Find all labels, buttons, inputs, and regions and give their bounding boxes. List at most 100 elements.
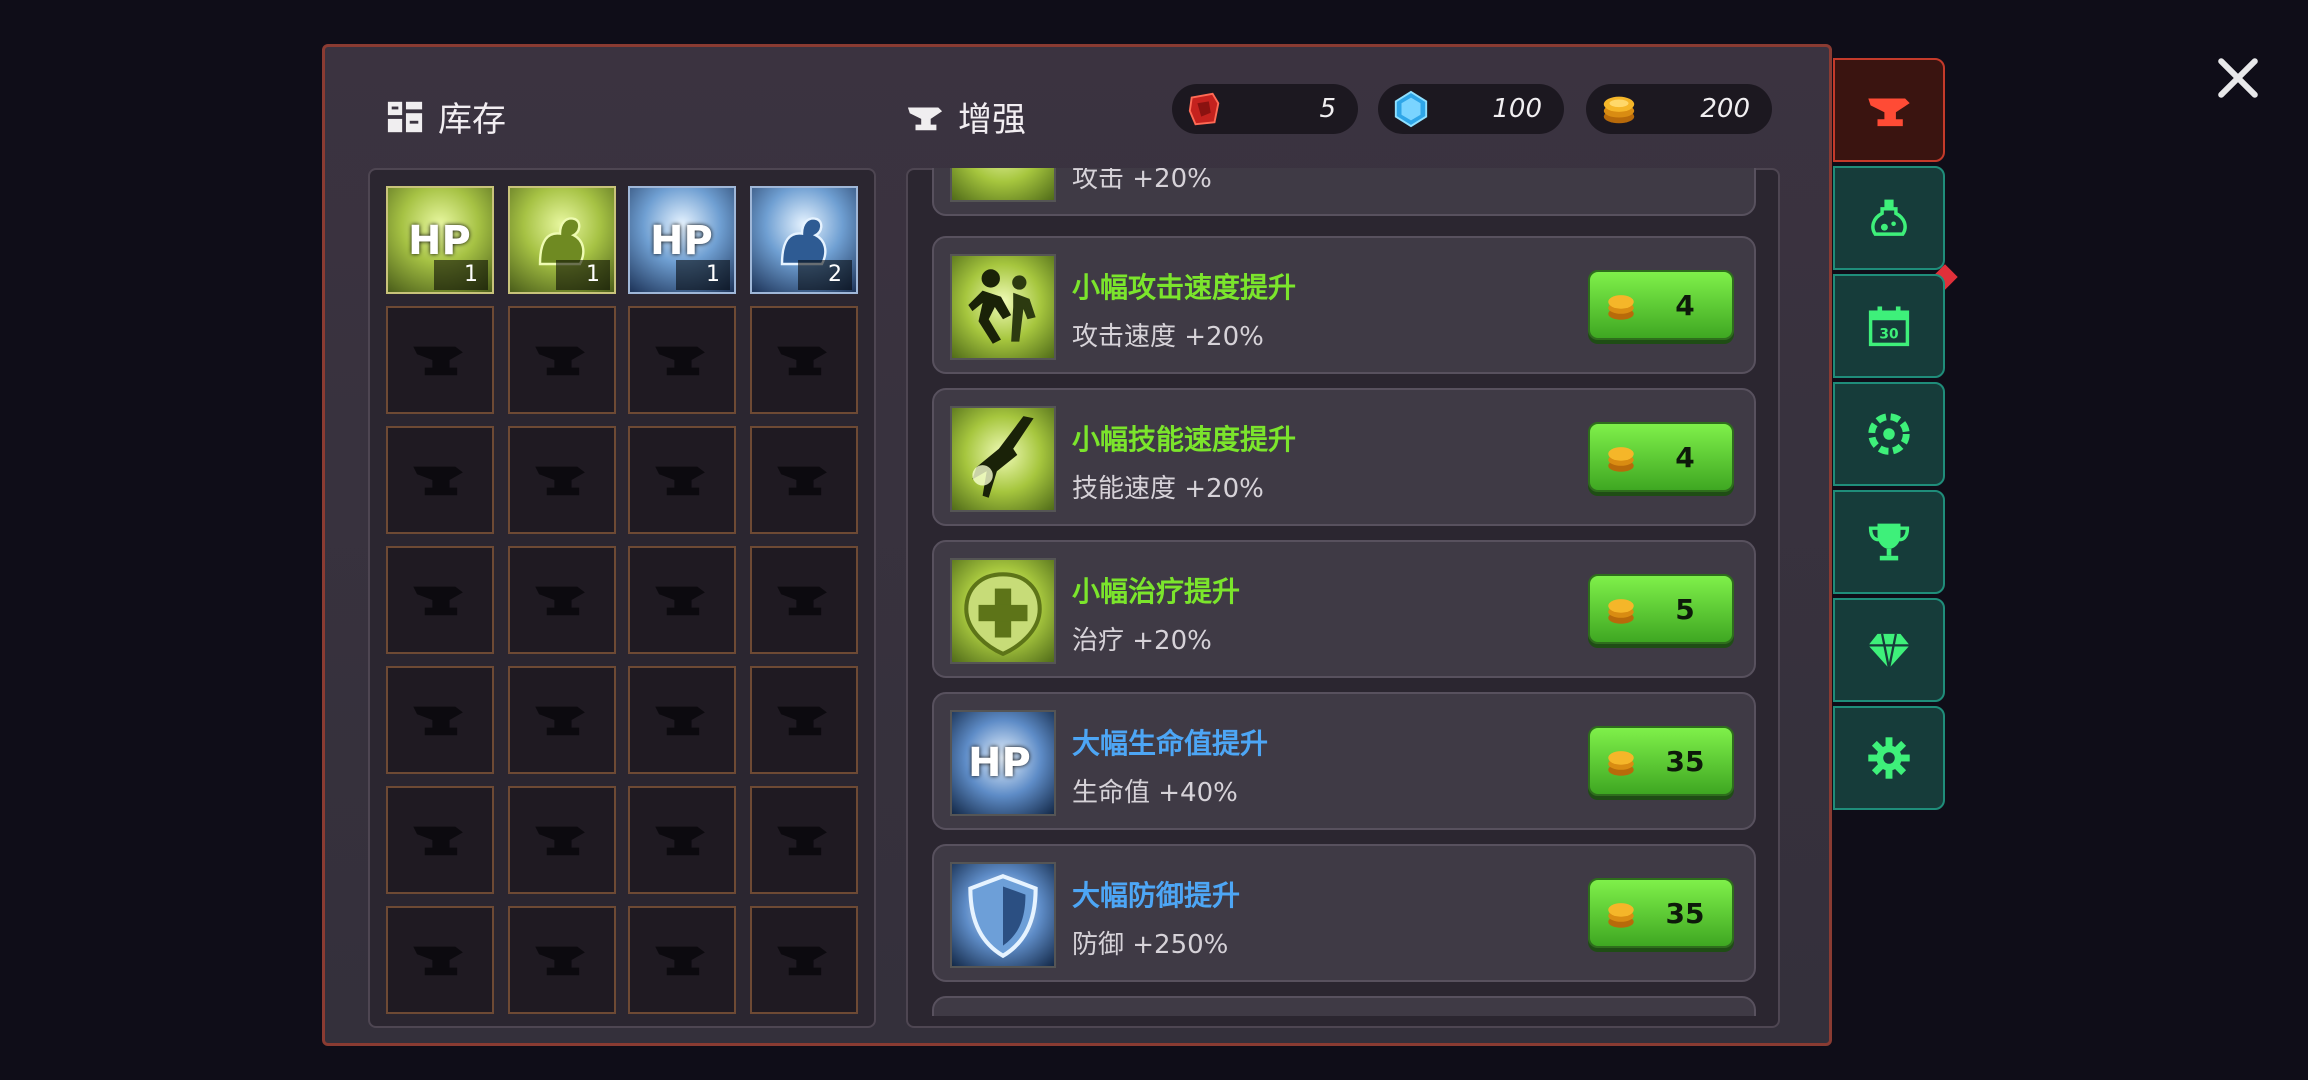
trophy-icon bbox=[1868, 523, 1910, 561]
inventory-slot-empty[interactable] bbox=[508, 666, 616, 774]
hp-icon: HP bbox=[968, 740, 1031, 786]
inventory-icon bbox=[387, 101, 423, 132]
inventory-slot-empty[interactable] bbox=[750, 786, 858, 894]
inventory-slot-empty[interactable] bbox=[628, 546, 736, 654]
inventory-item-hp-potion-large[interactable]: HP 1 bbox=[628, 186, 736, 294]
upgrade-row: 大幅防御提升 防御 +250% 35 bbox=[932, 844, 1756, 982]
inventory-slot-empty[interactable] bbox=[508, 546, 616, 654]
upgrade-desc: 生命值 +40% bbox=[1072, 778, 1238, 808]
price-label: 4 bbox=[1675, 440, 1695, 474]
tab-trophy[interactable] bbox=[1833, 490, 1945, 594]
item-count: 2 bbox=[798, 260, 852, 290]
anvil-placeholder-icon bbox=[655, 706, 705, 736]
upgrade-desc: 攻击速度 +20% bbox=[1072, 322, 1264, 352]
inventory-slot-empty[interactable] bbox=[628, 306, 736, 414]
upgrade-icon bbox=[950, 406, 1056, 512]
buy-button[interactable]: 4 bbox=[1588, 270, 1734, 340]
inventory-slot-empty[interactable] bbox=[628, 906, 736, 1014]
gold-coin-icon bbox=[1608, 903, 1634, 928]
inventory-slot-empty[interactable] bbox=[386, 306, 494, 414]
inventory-slot-empty[interactable] bbox=[750, 546, 858, 654]
gold-coin-icon bbox=[1608, 599, 1634, 624]
anvil-placeholder-icon bbox=[535, 706, 585, 736]
anvil-placeholder-icon bbox=[777, 466, 827, 496]
gold-coin-icon bbox=[1608, 447, 1634, 472]
red-gem-icon bbox=[1188, 92, 1220, 126]
hp-icon: HP bbox=[408, 218, 471, 264]
upgrade-icon bbox=[950, 254, 1056, 360]
upgrade-title: 小幅技能速度提升 bbox=[1072, 423, 1297, 456]
enhance-header: 增强 bbox=[906, 92, 1026, 141]
anvil-placeholder-icon bbox=[413, 946, 463, 976]
blue-gem-icon bbox=[1394, 90, 1428, 128]
upgrade-icon bbox=[950, 862, 1056, 968]
blue-gem-value: 100 bbox=[1492, 94, 1542, 124]
price-label: 35 bbox=[1665, 744, 1705, 778]
wheel-icon bbox=[1868, 413, 1910, 455]
inventory-slot-empty[interactable] bbox=[750, 306, 858, 414]
upgrade-row: 小幅攻击速度提升 攻击速度 +20% 4 bbox=[932, 236, 1756, 374]
upgrade-desc: 攻击 +20% bbox=[1072, 168, 1212, 194]
upgrade-desc: 防御 +250% bbox=[1072, 930, 1229, 960]
inventory-slot-empty[interactable] bbox=[386, 546, 494, 654]
inventory-item-hp-potion[interactable]: HP 1 bbox=[386, 186, 494, 294]
gold-value: 200 bbox=[1700, 94, 1750, 124]
upgrade-list[interactable]: 攻击 +20% 小幅攻击速度提升 攻击速度 +20% 4 小幅技能速度提升 技能… bbox=[906, 168, 1780, 1016]
price-label: 4 bbox=[1675, 288, 1695, 322]
buy-button[interactable]: 35 bbox=[1588, 878, 1734, 948]
tab-settings[interactable] bbox=[1833, 706, 1945, 810]
tab-diamond[interactable] bbox=[1833, 598, 1945, 702]
gold-coin-icon bbox=[1608, 295, 1634, 320]
diamond-icon bbox=[1868, 633, 1910, 669]
price-label: 5 bbox=[1675, 592, 1695, 626]
upgrade-row-partial: 攻击 +20% bbox=[932, 168, 1756, 216]
inventory-slot-empty[interactable] bbox=[750, 666, 858, 774]
anvil-icon bbox=[1868, 98, 1910, 127]
inventory-slot-empty[interactable] bbox=[508, 426, 616, 534]
red-gem-value: 5 bbox=[1319, 94, 1336, 124]
upgrade-icon bbox=[950, 168, 1056, 202]
inventory-slot-empty[interactable] bbox=[386, 426, 494, 534]
inventory-item-attack-boost-large[interactable]: 2 bbox=[750, 186, 858, 294]
item-count: 1 bbox=[434, 260, 488, 290]
tab-potions[interactable] bbox=[1833, 166, 1945, 270]
upgrade-row: 小幅治疗提升 治疗 +20% 5 bbox=[932, 540, 1756, 678]
shield-icon bbox=[968, 874, 1038, 959]
upgrade-row: HP 大幅生命值提升 生命值 +40% 35 bbox=[932, 692, 1756, 830]
hp-icon: HP bbox=[650, 218, 713, 264]
inventory-slot-empty[interactable] bbox=[508, 786, 616, 894]
anvil-placeholder-icon bbox=[655, 346, 705, 376]
inventory-slot-empty[interactable] bbox=[750, 906, 858, 1014]
inventory-slot-empty[interactable] bbox=[386, 786, 494, 894]
inventory-slot-empty[interactable] bbox=[750, 426, 858, 534]
inventory-slot-empty[interactable] bbox=[628, 666, 736, 774]
running-figures-icon bbox=[968, 269, 1036, 344]
anvil-placeholder-icon bbox=[655, 946, 705, 976]
inventory-slot-empty[interactable] bbox=[386, 666, 494, 774]
anvil-placeholder-icon bbox=[535, 826, 585, 856]
upgrade-desc: 治疗 +20% bbox=[1072, 626, 1212, 656]
blue-gem-counter: 100 bbox=[1378, 84, 1564, 134]
inventory-slot-empty[interactable] bbox=[628, 426, 736, 534]
buy-button[interactable]: 5 bbox=[1588, 574, 1734, 644]
calendar-icon: 30 bbox=[1868, 306, 1910, 347]
tab-calendar[interactable]: 30 bbox=[1833, 274, 1945, 378]
enhance-title: 增强 bbox=[958, 100, 1026, 140]
inventory-slot-empty[interactable] bbox=[628, 786, 736, 894]
anvil-placeholder-icon bbox=[413, 826, 463, 856]
gold-coin-icon bbox=[1608, 751, 1634, 776]
buy-button[interactable]: 4 bbox=[1588, 422, 1734, 492]
inventory-slot-empty[interactable] bbox=[386, 906, 494, 1014]
inventory-item-attack-boost[interactable]: 1 bbox=[508, 186, 616, 294]
tab-wheel[interactable] bbox=[1833, 382, 1945, 486]
upgrade-icon bbox=[950, 558, 1056, 664]
inventory-title: 库存 bbox=[438, 100, 506, 140]
tab-enhance[interactable] bbox=[1833, 58, 1945, 162]
red-gem-counter: 5 bbox=[1172, 84, 1358, 134]
close-icon[interactable] bbox=[2214, 54, 2262, 102]
inventory-slot-empty[interactable] bbox=[508, 906, 616, 1014]
inventory-slot-empty[interactable] bbox=[508, 306, 616, 414]
anvil-placeholder-icon bbox=[655, 466, 705, 496]
upgrade-icon: HP bbox=[950, 710, 1056, 816]
buy-button[interactable]: 35 bbox=[1588, 726, 1734, 796]
